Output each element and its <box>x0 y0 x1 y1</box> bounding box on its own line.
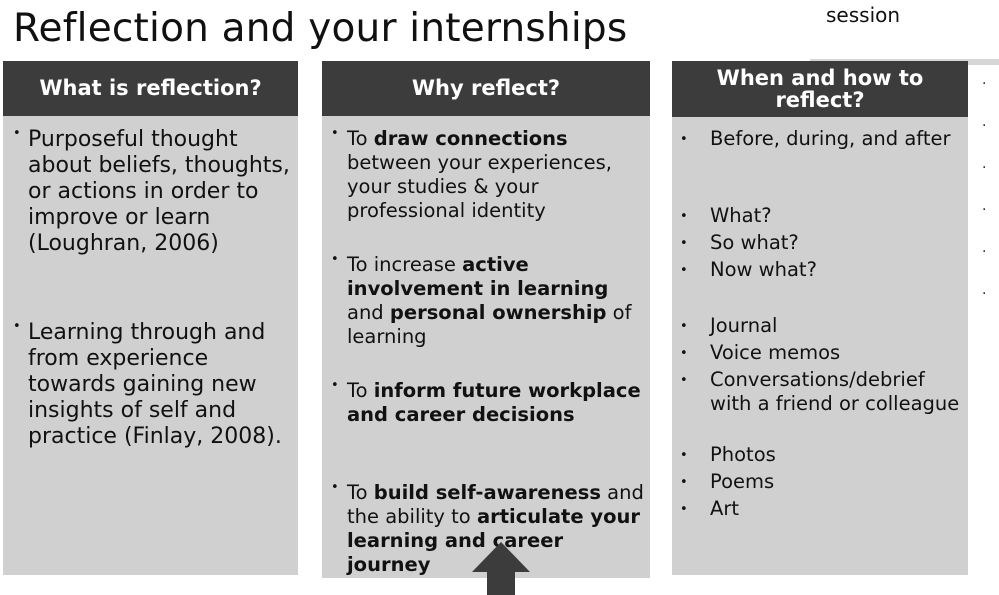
dot: . <box>982 114 987 130</box>
panel-heading: Why reflect? <box>322 61 650 116</box>
bullet-icon: • <box>331 378 339 393</box>
list-item-text: Before, during, and after <box>710 127 951 150</box>
dot: . <box>982 240 987 256</box>
list-item: • Voice memos <box>680 341 965 365</box>
what-is-reflection-panel: What is reflection? • Purposeful thought… <box>3 61 298 575</box>
dot: . <box>982 282 987 298</box>
up-arrow-icon <box>472 542 530 595</box>
list-item-text: Voice memos <box>710 341 841 364</box>
list-item-text: Journal <box>710 314 778 337</box>
panel-heading: When and how to reflect? <box>672 61 968 117</box>
bullet-icon: • <box>680 319 688 334</box>
list-item-text: Art <box>710 497 740 520</box>
list-item-text: Purposeful thought about beliefs, though… <box>28 127 290 256</box>
list-item-text: Photos <box>710 443 776 466</box>
list-item: • Before, during, and after <box>680 127 965 151</box>
list-item: • Photos <box>680 443 965 467</box>
list-item: • Now what? <box>680 258 965 282</box>
list-item-text: What? <box>710 204 772 227</box>
bullet-icon: • <box>331 126 339 141</box>
list-item: • Conversations/debrief with a friend or… <box>680 368 965 416</box>
bullet-icon: • <box>331 252 339 267</box>
when-and-how-panel: When and how to reflect? • Before, durin… <box>672 61 968 575</box>
why-reflect-panel: Why reflect? • To draw connections betwe… <box>322 61 650 578</box>
bullet-icon: • <box>680 236 688 251</box>
bullet-icon: • <box>13 126 21 141</box>
page-title: Reflection and your internships <box>13 6 628 51</box>
bullet-icon: • <box>680 346 688 361</box>
list-item-text: To inform future workplace and career de… <box>347 379 641 426</box>
dot: . <box>982 198 987 214</box>
bullet-icon: • <box>680 263 688 278</box>
list-item: • To inform future workplace and career … <box>331 379 649 427</box>
list-item-text: Poems <box>710 470 775 493</box>
list-item: • To increase active involvement in lear… <box>331 253 649 349</box>
list-item-text: So what? <box>710 231 799 254</box>
bullet-icon: • <box>680 448 688 463</box>
panel-heading: What is reflection? <box>3 61 298 116</box>
list-item: • To draw connections between your exper… <box>331 127 649 223</box>
bullet-icon: • <box>680 502 688 517</box>
bullet-icon: • <box>680 132 688 147</box>
bullet-icon: • <box>680 475 688 490</box>
list-item: • Purposeful thought about beliefs, thou… <box>13 127 295 257</box>
list-item: • Art <box>680 497 965 521</box>
list-item: • So what? <box>680 231 965 255</box>
bullet-icon: • <box>680 209 688 224</box>
list-item: • Poems <box>680 470 965 494</box>
bullet-icon: • <box>13 319 21 334</box>
list-item: • Journal <box>680 314 965 338</box>
bullet-icon: • <box>680 373 688 388</box>
list-item: • Learning through and from experience t… <box>13 320 295 450</box>
list-item-text: Conversations/debrief with a friend or c… <box>710 368 960 415</box>
bullet-icon: • <box>331 480 339 495</box>
list-item-text: To draw connections between your experie… <box>347 127 613 222</box>
dot: . <box>982 72 987 88</box>
session-label: session <box>826 3 901 27</box>
list-item: • What? <box>680 204 965 228</box>
list-item-text: Now what? <box>710 258 817 281</box>
dot: . <box>982 156 987 172</box>
list-item-text: Learning through and from experience tow… <box>28 320 282 449</box>
list-item-text: To increase active involvement in learni… <box>347 253 632 348</box>
